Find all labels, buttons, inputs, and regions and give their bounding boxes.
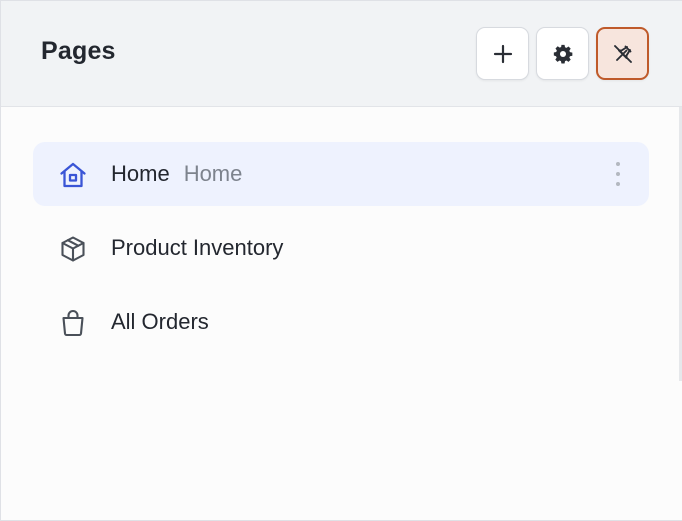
plus-icon [493, 44, 512, 63]
page-item-home[interactable]: Home Home [33, 142, 649, 206]
shopping-bag-icon [57, 307, 89, 339]
page-title-home: Home [111, 161, 170, 186]
pages-panel: Pages Home Home Product Inventory All Or… [0, 0, 682, 521]
add-page-button[interactable] [476, 27, 529, 80]
page-item-all-orders[interactable]: All Orders [33, 290, 649, 354]
home-icon [57, 159, 89, 191]
page-title-all-orders: All Orders [111, 309, 209, 334]
page-item-product-inventory[interactable]: Product Inventory [33, 216, 649, 280]
box-icon [57, 233, 89, 265]
panel-header: Pages [1, 1, 682, 107]
gear-icon [553, 44, 572, 64]
panel-title: Pages [41, 37, 116, 65]
page-route-home: Home [183, 161, 243, 186]
page-title-product-inventory: Product Inventory [111, 235, 284, 260]
unpin-button[interactable] [596, 27, 649, 80]
more-options-icon[interactable] [613, 162, 623, 186]
settings-button[interactable] [536, 27, 589, 80]
page-label: Home Home [111, 161, 242, 187]
pin-off-icon [613, 44, 632, 63]
page-list: Home Home Product Inventory All Orders [33, 142, 649, 364]
